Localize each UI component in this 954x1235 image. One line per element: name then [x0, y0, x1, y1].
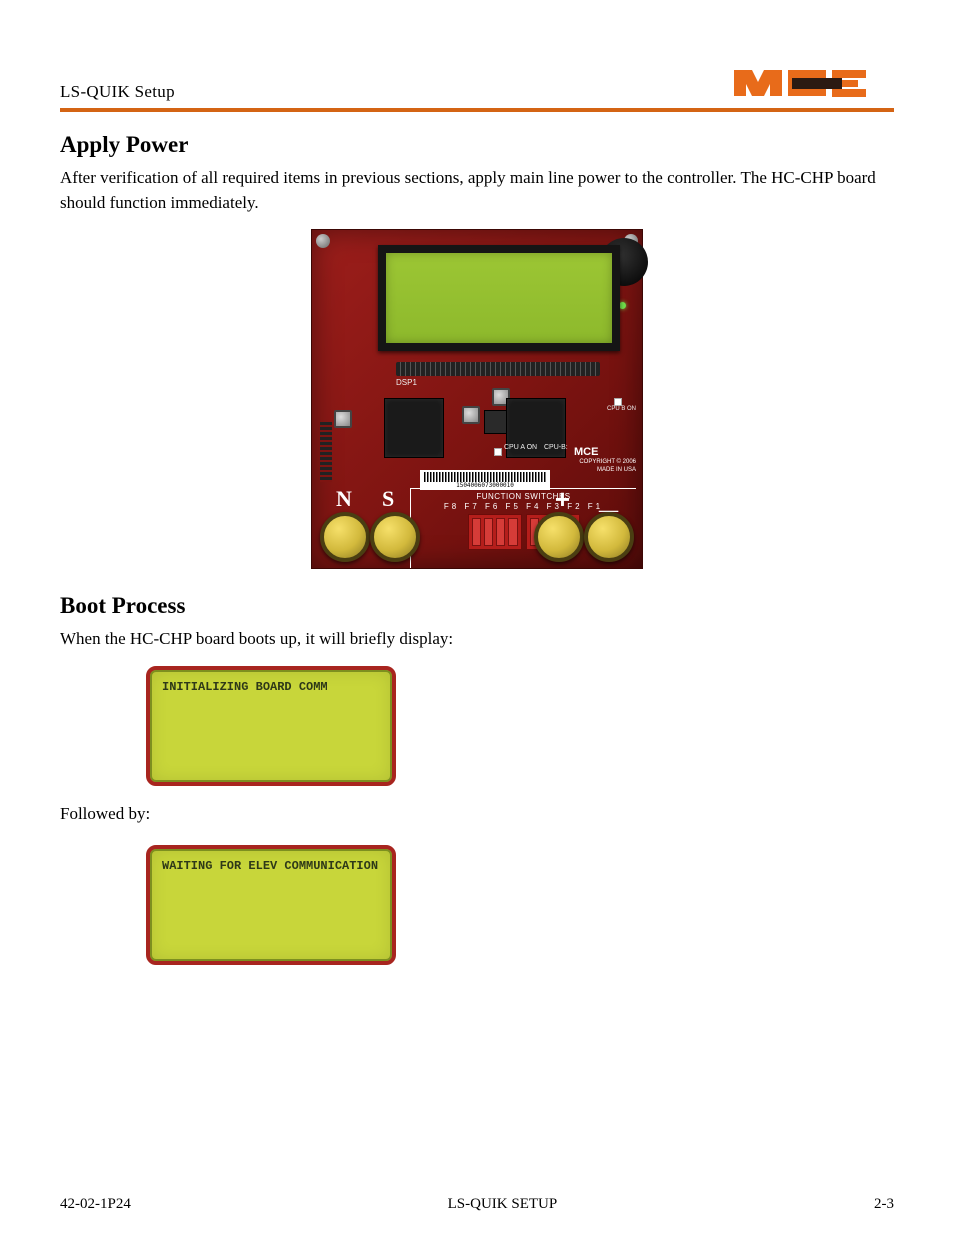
page-header-title: LS-QUIK Setup [60, 82, 175, 102]
mce-logo [732, 62, 868, 104]
followed-by-text: Followed by: [60, 802, 894, 827]
boot-process-heading: Boot Process [60, 593, 894, 619]
yellow-button-3-icon [534, 512, 584, 562]
board-copyright: COPYRIGHT © 2006 MADE IN USA [579, 458, 636, 474]
svg-text:MCE: MCE [574, 446, 598, 457]
header-rule [60, 108, 894, 112]
cpu-a-chip-icon [384, 398, 444, 458]
header-pins-icon [396, 362, 600, 376]
cpu-b-label: CPU-B: [544, 444, 568, 451]
footer-manual-id: 42-02-1P24 [60, 1196, 131, 1213]
board-lcd [378, 245, 620, 351]
yellow-button-4-icon [584, 512, 634, 562]
boot-process-body: When the HC-CHP board boots up, it will … [60, 627, 894, 652]
plus-label: + [555, 484, 570, 515]
n-label: N [336, 486, 352, 512]
apply-power-heading: Apply Power [60, 132, 894, 158]
yellow-button-1-icon [320, 512, 370, 562]
cpu-a-led-icon [494, 448, 502, 456]
hc-chp-board-photo: DSP1 CPU B ON CPU A ON CPU-B: MCE COPYRI… [311, 229, 643, 569]
footer-page-label: LS-QUIK SETUP [448, 1196, 558, 1213]
lcd-message-2: WAITING FOR ELEV COMMUNICATION [146, 845, 396, 965]
cpu-b-led-icon [614, 398, 622, 406]
barcode-icon: 1504006073000010 [420, 470, 550, 490]
lcd-message-1-text: INITIALIZING BOARD COMM [162, 680, 380, 694]
yellow-button-2-icon [370, 512, 420, 562]
small-chip-icon [484, 410, 508, 434]
power-led-icon [619, 302, 626, 309]
screw-icon [316, 234, 330, 248]
lcd-message-1: INITIALIZING BOARD COMM [146, 666, 396, 786]
s1-button-icon [334, 410, 352, 428]
apply-power-body: After verification of all required items… [60, 166, 894, 215]
resistor-strip-icon [320, 422, 332, 482]
cpu-b-on-label: CPU B ON [607, 406, 636, 412]
footer-page-number: 2-3 [874, 1196, 894, 1213]
s-label: S [382, 486, 394, 512]
minus-label: _ [599, 488, 618, 506]
dsp1-label: DSP1 [396, 378, 417, 387]
lcd-message-2-text: WAITING FOR ELEV COMMUNICATION [162, 859, 380, 873]
dip-switch-block-1-icon [468, 514, 522, 550]
cpu-a-label: CPU A ON [504, 444, 537, 451]
s2-button-icon [462, 406, 480, 424]
